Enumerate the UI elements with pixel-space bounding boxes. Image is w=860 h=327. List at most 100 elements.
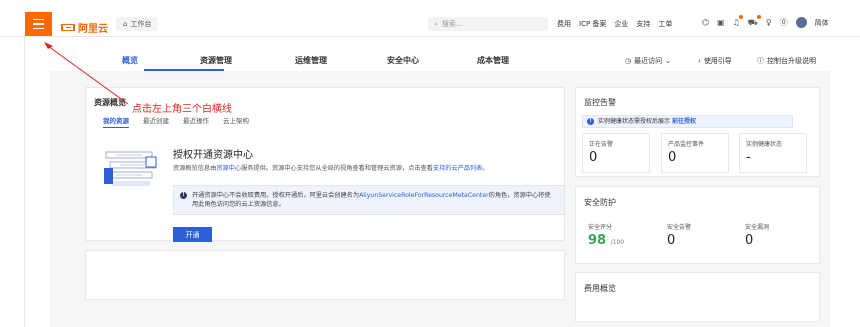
language-switch[interactable]: 简体	[815, 18, 829, 28]
stat-value: 0	[667, 233, 676, 248]
alert-text: 实例健康状态需授权后展示	[598, 118, 671, 125]
info-icon: !	[587, 118, 594, 125]
nav-ticket[interactable]: 工单	[658, 19, 672, 29]
resource-tabs: 我的资源 最近创建 最近操作 云上架构	[103, 115, 249, 128]
stat-value: 98 /100	[588, 233, 644, 248]
cart-icon[interactable]: ⛟	[748, 14, 761, 28]
search-input[interactable]: ⌕ 搜索...	[428, 17, 548, 31]
search-icon: ⌕	[434, 19, 438, 28]
recent-visits-dropdown[interactable]: ◷ 最近访问 ⌄	[625, 56, 671, 66]
go-authorize-link[interactable]: 前往授权	[672, 118, 696, 125]
resource-overview-title: 资源概览	[94, 98, 126, 107]
tab-resource-management[interactable]: 资源管理	[200, 55, 232, 66]
workbench-label: 工作台	[130, 20, 152, 28]
info-icon: !	[180, 192, 187, 199]
resource-center-heading: 授权开通资源中心	[173, 150, 253, 161]
service-role-link[interactable]: AliyunServiceRoleForResourceMetaCenter	[359, 192, 489, 199]
nav-enterprise[interactable]: 企业	[614, 19, 628, 29]
annotation-text: 点击左上角三个白横线	[132, 104, 232, 115]
notice-text: 开通资源中心不会收取费用。授权开通后，阿里云会创建名为	[192, 192, 360, 199]
tab-my-resources[interactable]: 我的资源	[103, 115, 129, 128]
info-icon: ⓘ	[757, 57, 764, 65]
tab-recent-operations[interactable]: 最近操作	[183, 115, 209, 128]
stat-label: 实例健康状态	[746, 141, 783, 148]
arrow-head-icon	[44, 42, 53, 49]
nav-fee[interactable]: 费用	[557, 19, 571, 29]
home-icon: ⌂	[123, 20, 128, 28]
resource-center-link[interactable]: 资源中心	[216, 165, 241, 172]
monitoring-card: 监控告警 ! 实例健康状态需授权后展示 前往授权 正在告警 0 产品监控事件 0…	[575, 87, 820, 177]
main-tabs: 概览 资源管理 运维管理 安全中心 成本管理 ◷ 最近访问 ⌄ ‹ 使用引导 ⓘ…	[50, 49, 830, 72]
upgrade-notes-link[interactable]: ⓘ 控制台升级说明	[757, 56, 816, 66]
resource-center-illustration	[104, 151, 157, 186]
stat-value: 0	[745, 233, 754, 248]
nav-support[interactable]: 支持	[636, 19, 650, 29]
stat-value: -	[746, 150, 751, 165]
tab-ops-management[interactable]: 运维管理	[295, 55, 327, 66]
tab-security-center[interactable]: 安全中心	[387, 55, 419, 66]
desc-text: 资源概览信息由	[173, 165, 217, 172]
usage-guide-link[interactable]: ‹ 使用引导	[698, 56, 732, 66]
stat-label: 安全漏洞	[745, 224, 770, 231]
stat-vulnerabilities[interactable]: 安全漏洞 0	[739, 217, 807, 257]
stat-security-score[interactable]: 安全评分 98 /100	[582, 217, 650, 257]
cost-card: 费用概览	[575, 272, 820, 322]
tab-cloud-architecture[interactable]: 云上架构	[223, 115, 249, 128]
resource-center-description: 资源概览信息由资源中心服务提供。资源中心支持您从全局的视角查看和管理云资源，点击…	[173, 163, 489, 172]
upgrade-notes-label: 控制台升级说明	[767, 57, 816, 65]
usage-guide-label: 使用引导	[703, 57, 732, 65]
security-card: 安全防护 安全评分 98 /100 安全告警 0 安全漏洞 0	[575, 186, 820, 264]
clock-icon: ◷	[625, 57, 632, 65]
cart-dot	[756, 14, 761, 19]
top-bar: 阿里云 ⌂ 工作台 ⌕ 搜索... 费用 ICP 备案 企业 支持 工单 ⌬ ▣…	[0, 0, 860, 37]
aliyun-logo[interactable]: 阿里云	[61, 20, 108, 35]
search-placeholder: 搜索...	[441, 20, 463, 28]
stat-label: 安全告警	[667, 224, 692, 231]
supported-products-link[interactable]: 支持的云产品列表	[433, 165, 483, 172]
stat-label: 安全评分	[588, 224, 613, 231]
notice-text: 的角色，资源中心将使	[488, 192, 551, 199]
authorization-alert: ! 实例健康状态需授权后展示 前往授权	[582, 115, 793, 128]
menu-line-icon	[33, 23, 44, 25]
menu-line-icon	[33, 27, 44, 30]
notice-text: 用此角色访问您的云上资源信息。	[192, 201, 285, 208]
stat-label: 产品监控事件	[668, 141, 705, 148]
chevron-left-icon: ‹	[698, 57, 701, 65]
cost-title: 费用概览	[584, 284, 616, 293]
aliyun-logo-icon	[61, 24, 75, 31]
tab-cost-management[interactable]: 成本管理	[477, 55, 509, 66]
tab-recently-created[interactable]: 最近创建	[143, 115, 169, 128]
help-icon[interactable]: ⓪	[780, 17, 788, 28]
chevron-down-icon: ⌄	[665, 57, 671, 65]
avatar[interactable]	[795, 17, 807, 28]
score-suffix: /100	[610, 239, 625, 246]
score-value: 98	[588, 233, 607, 248]
nav-icp[interactable]: ICP 备案	[579, 19, 606, 29]
stat-value: 0	[668, 150, 677, 165]
top-icons: ⌬ ▣ ♫ ⛟ ♀ ⓪ 简体	[702, 14, 829, 28]
stat-label: 正在告警	[589, 141, 614, 148]
message-icon[interactable]: ▣	[717, 18, 725, 27]
location-icon[interactable]: ♀	[766, 18, 772, 27]
stat-value: 0	[589, 150, 598, 165]
logo-text: 阿里云	[78, 24, 108, 35]
hamburger-menu-button[interactable]	[25, 12, 52, 36]
tab-overview[interactable]: 概览	[122, 55, 138, 66]
bell-icon[interactable]: ♫	[733, 15, 743, 27]
stat-alarming[interactable]: 正在告警 0	[582, 133, 650, 173]
activate-button[interactable]: 开通	[173, 227, 212, 242]
cloud-shell-icon[interactable]: ⌬	[702, 18, 709, 27]
stat-product-events[interactable]: 产品监控事件 0	[661, 133, 729, 173]
left-rail-divider	[24, 36, 25, 327]
activation-notice: ! 开通资源中心不会收取费用。授权开通后，阿里云会创建名为AliyunServi…	[173, 185, 565, 215]
top-nav: 费用 ICP 备案 企业 支持 工单	[557, 19, 672, 29]
workbench-button[interactable]: ⌂ 工作台	[116, 17, 159, 31]
recent-visits-label: 最近访问	[634, 57, 663, 65]
stat-instance-health[interactable]: 实例健康状态 -	[739, 133, 807, 173]
security-title: 安全防护	[584, 198, 616, 207]
stat-security-alerts[interactable]: 安全告警 0	[661, 217, 729, 257]
desc-text: 。	[482, 165, 489, 172]
empty-card	[85, 250, 565, 300]
desc-text: 服务提供。资源中心支持您从全局的视角查看和管理云资源，点击查看	[241, 165, 433, 172]
monitoring-title: 监控告警	[584, 98, 616, 107]
